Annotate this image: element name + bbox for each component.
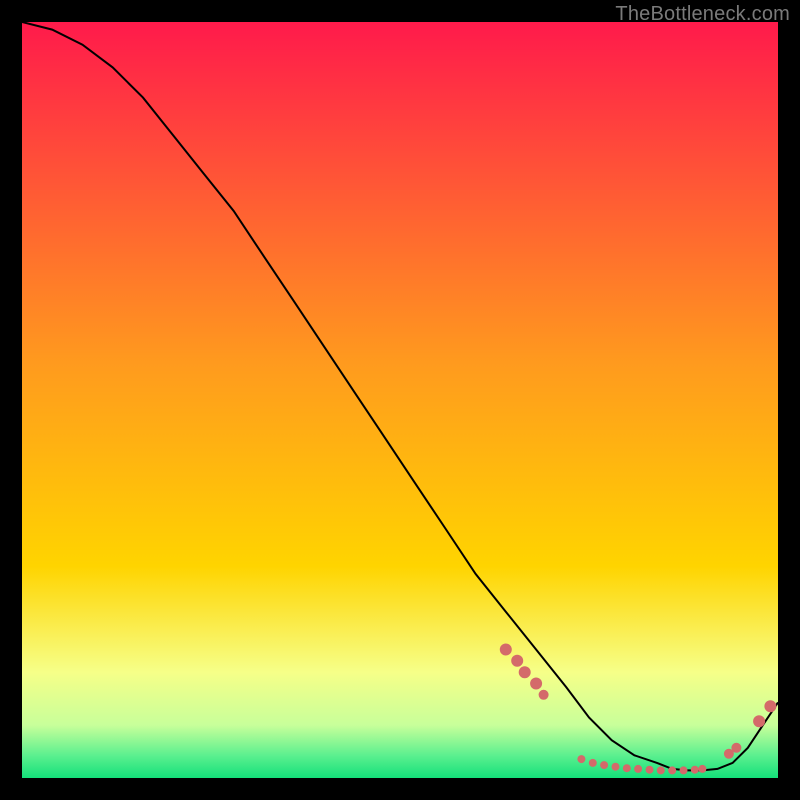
data-marker	[657, 766, 665, 774]
data-marker	[539, 690, 549, 700]
data-marker	[764, 700, 776, 712]
data-marker	[500, 644, 512, 656]
chart-stage: TheBottleneck.com	[0, 0, 800, 800]
plot-area	[22, 22, 778, 778]
data-marker	[577, 755, 585, 763]
data-marker	[680, 766, 688, 774]
data-marker	[731, 743, 741, 753]
data-marker	[519, 666, 531, 678]
data-marker	[600, 761, 608, 769]
data-marker	[612, 763, 620, 771]
chart-svg	[22, 22, 778, 778]
data-marker	[623, 764, 631, 772]
data-marker	[530, 678, 542, 690]
data-marker	[753, 715, 765, 727]
data-marker	[646, 766, 654, 774]
data-marker	[589, 759, 597, 767]
gradient-background	[22, 22, 778, 778]
watermark-text: TheBottleneck.com	[615, 3, 790, 26]
data-marker	[634, 765, 642, 773]
data-marker	[668, 766, 676, 774]
data-marker	[511, 655, 523, 667]
data-marker	[698, 765, 706, 773]
data-marker	[691, 766, 699, 774]
